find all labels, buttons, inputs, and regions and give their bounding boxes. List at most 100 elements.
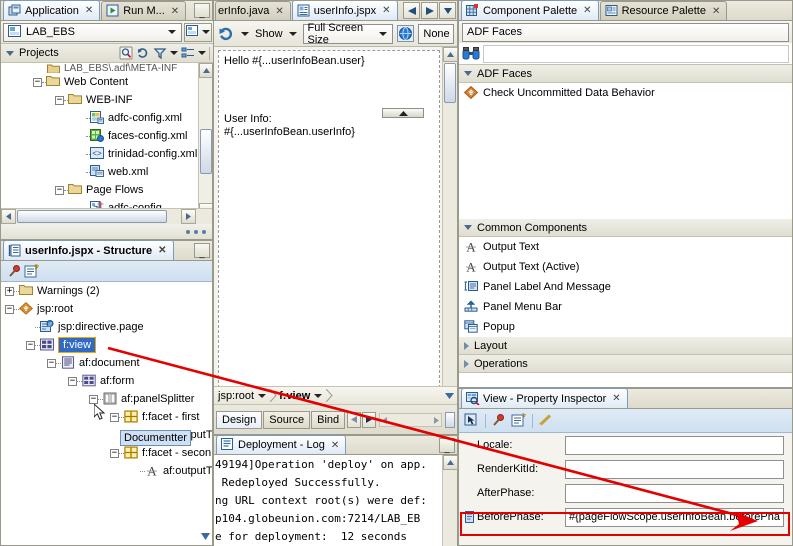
collapse-icon[interactable]: −: [110, 412, 119, 422]
tree-row[interactable]: <> trinidad-config.xml: [1, 145, 212, 163]
collapse-icon[interactable]: −: [33, 77, 42, 87]
tab-source[interactable]: Source: [263, 410, 311, 429]
collapse-icon[interactable]: −: [55, 185, 64, 195]
project-tree-vscrollbar[interactable]: [198, 63, 212, 218]
application-selector[interactable]: LAB_EBS: [3, 22, 182, 42]
scroll-left-button[interactable]: [1, 209, 16, 224]
palette-library-selector[interactable]: ADF Faces: [462, 22, 789, 42]
breadcrumb-item-jsp-root[interactable]: jsp:root: [218, 390, 254, 402]
property-value-input[interactable]: [565, 435, 784, 455]
screen-size-selector[interactable]: Full Screen Size: [302, 22, 394, 46]
tab-scroll-left-button[interactable]: [347, 411, 362, 428]
pin-icon[interactable]: [7, 264, 21, 278]
scroll-up-button[interactable]: [199, 63, 212, 78]
browser-icon[interactable]: [397, 25, 415, 42]
property-value-input[interactable]: [565, 483, 784, 503]
project-tree[interactable]: LAB_EBS\.adf\META-INF − Web Content − WEB-I…: [1, 63, 212, 218]
edit-icon[interactable]: [538, 413, 553, 428]
tree-row[interactable]: + Warnings (2): [1, 282, 212, 300]
structure-scroll-indicator[interactable]: [201, 531, 210, 543]
tree-row-selected[interactable]: − f:view: [1, 336, 212, 354]
palette-sections[interactable]: ADF Faces <> Check Uncommitted Data Behavi…: [459, 65, 792, 387]
collapse-icon[interactable]: −: [68, 376, 77, 386]
chevron-down-icon[interactable]: [314, 393, 323, 398]
collapse-icon[interactable]: −: [55, 95, 64, 105]
tree-row[interactable]: @ jsp:directive.page: [1, 318, 212, 336]
project-tree-hscrollbar[interactable]: [1, 208, 212, 224]
collapse-icon[interactable]: −: [89, 394, 98, 404]
log-content[interactable]: 49194]Operation 'deploy' on app. Redeplo…: [214, 455, 442, 546]
filter-icon[interactable]: [153, 46, 167, 60]
palette-item[interactable]: Popup: [459, 317, 792, 337]
property-value-input[interactable]: [565, 507, 784, 527]
chevron-down-icon[interactable]: [241, 31, 249, 36]
tree-row[interactable]: − Web Content: [1, 73, 212, 91]
minimize-button[interactable]: _: [439, 438, 455, 453]
palette-item[interactable]: A Output Text: [459, 237, 792, 257]
tree-row[interactable]: web.xml: [1, 163, 212, 181]
editor-list-button[interactable]: [439, 2, 456, 19]
tree-row[interactable]: − af:form: [1, 372, 212, 390]
chevron-down-icon[interactable]: [288, 31, 297, 36]
tree-row[interactable]: − af:document: [1, 354, 212, 372]
freeze-icon[interactable]: [511, 413, 527, 428]
close-icon[interactable]: ✕: [171, 6, 179, 17]
project-tree-scroll-thumb[interactable]: [200, 129, 212, 174]
show-menu-label[interactable]: Show: [255, 28, 283, 40]
close-icon[interactable]: ✕: [612, 393, 620, 404]
breadcrumb-item-fview[interactable]: f:view: [279, 390, 310, 402]
next-editor-button[interactable]: [421, 2, 438, 19]
close-icon[interactable]: ✕: [85, 5, 93, 16]
panel-grip[interactable]: [1, 224, 212, 239]
palette-section-header[interactable]: Layout: [459, 337, 792, 355]
close-icon[interactable]: ✕: [382, 5, 390, 16]
canvas-text-line-3[interactable]: #{...userInfoBean.userInfo}: [224, 126, 355, 138]
canvas-text-line-1[interactable]: Hello #{...userInfoBean.user}: [224, 55, 365, 67]
palette-section-header[interactable]: Common Components: [459, 219, 792, 237]
tree-row[interactable]: adfc-config.xml: [1, 109, 212, 127]
tab-property-inspector[interactable]: View - Property Inspector ✕: [461, 388, 628, 408]
property-value-input[interactable]: [565, 459, 784, 479]
breadcrumb-overflow-icon[interactable]: [445, 392, 454, 399]
collapse-icon[interactable]: −: [26, 340, 35, 350]
freeze-icon[interactable]: [24, 263, 40, 279]
scroll-left-icon[interactable]: [382, 416, 388, 424]
previous-editor-button[interactable]: [403, 2, 420, 19]
tab-structure[interactable]: userInfo.jspx - Structure ✕: [3, 240, 174, 260]
refresh-icon[interactable]: [136, 46, 150, 60]
breadcrumb[interactable]: jsp:root f:view: [214, 386, 457, 404]
tab-bindings[interactable]: Bind: [311, 410, 346, 429]
close-icon[interactable]: ✕: [275, 6, 283, 17]
scroll-up-button[interactable]: [443, 455, 458, 470]
tab-userinfo-java[interactable]: erInfo.java ✕: [215, 1, 291, 20]
tab-resource-palette[interactable]: Resource Palette ✕: [599, 1, 728, 20]
tab-design[interactable]: Design: [216, 410, 263, 429]
close-icon[interactable]: ✕: [331, 440, 339, 451]
palette-search-input[interactable]: [483, 44, 789, 63]
scroll-right-button[interactable]: [181, 209, 196, 224]
search-icon[interactable]: [119, 46, 133, 60]
minimize-button[interactable]: _: [194, 243, 210, 258]
property-rows[interactable]: Locale: RenderKitId: AfterPhase: BeforePhas…: [459, 433, 792, 545]
chevron-down-icon[interactable]: [258, 393, 267, 398]
tree-row[interactable]: faces-config.xml: [1, 127, 212, 145]
tab-userinfo-jspx[interactable]: userInfo.jspx ✕: [291, 1, 398, 20]
scroll-up-button[interactable]: [443, 47, 458, 62]
select-icon[interactable]: [464, 413, 480, 429]
minimize-button[interactable]: _: [194, 3, 210, 18]
tree-row[interactable]: − <> jsp:root: [1, 300, 212, 318]
splitter-collapse-button[interactable]: [382, 108, 424, 118]
structure-tree[interactable]: + Warnings (2) − <> jsp:root @ jsp:directive.p…: [1, 282, 212, 545]
pin-icon[interactable]: [491, 413, 506, 428]
canvas-text-line-2[interactable]: User Info:: [224, 113, 272, 125]
binoculars-icon[interactable]: [462, 46, 480, 61]
tab-application[interactable]: Application ✕: [3, 0, 101, 20]
tree-row[interactable]: Aaf:outputT: [1, 462, 212, 480]
editor-scroll-thumb-small[interactable]: [445, 411, 455, 428]
palette-item[interactable]: <> Check Uncommitted Data Behavior: [459, 83, 792, 103]
close-icon[interactable]: ✕: [158, 245, 166, 256]
tree-row[interactable]: − WEB-INF: [1, 91, 212, 109]
project-tree-hscroll-thumb[interactable]: [17, 210, 167, 223]
collapse-icon[interactable]: −: [47, 358, 56, 368]
expand-icon[interactable]: +: [5, 286, 14, 296]
